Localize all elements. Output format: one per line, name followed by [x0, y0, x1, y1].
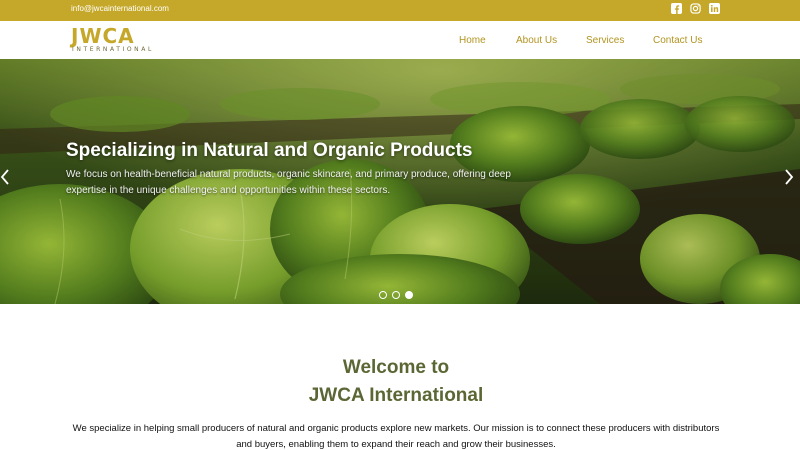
slider-next-arrow-icon[interactable] [782, 168, 796, 186]
welcome-heading-line-2: JWCA International [308, 385, 484, 406]
contact-email[interactable]: info@jwcainternational.com [71, 4, 169, 13]
nav-services[interactable]: Services [586, 35, 624, 47]
top-bar: info@jwcainternational.com [0, 0, 800, 21]
site-header: JWCA INTERNATIONAL Home About Us Service… [0, 21, 800, 59]
nav-home[interactable]: Home [459, 35, 486, 47]
welcome-paragraph: We specialize in helping small producers… [72, 423, 720, 450]
slider-dot-3-active[interactable] [405, 291, 413, 299]
instagram-icon[interactable] [690, 3, 701, 14]
slider-dot-2[interactable] [392, 291, 400, 299]
hero-slider: Specializing in Natural and Organic Prod… [0, 59, 800, 304]
logo-subtitle: INTERNATIONAL [72, 46, 154, 53]
nav-contact-us[interactable]: Contact Us [653, 35, 702, 47]
jwca-logo[interactable]: JWCA INTERNATIONAL [71, 24, 154, 55]
logo-wordmark: JWCA [71, 24, 135, 48]
facebook-icon[interactable] [671, 3, 682, 14]
nav-about-us[interactable]: About Us [516, 35, 557, 47]
hero-description: We focus on health-beneficial natural pr… [66, 169, 511, 196]
welcome-heading-line-1: Welcome to [342, 357, 450, 378]
hero-title: Specializing in Natural and Organic Prod… [66, 140, 473, 161]
slider-dot-1[interactable] [379, 291, 387, 299]
linkedin-icon[interactable] [709, 3, 720, 14]
slider-prev-arrow-icon[interactable] [0, 168, 12, 186]
